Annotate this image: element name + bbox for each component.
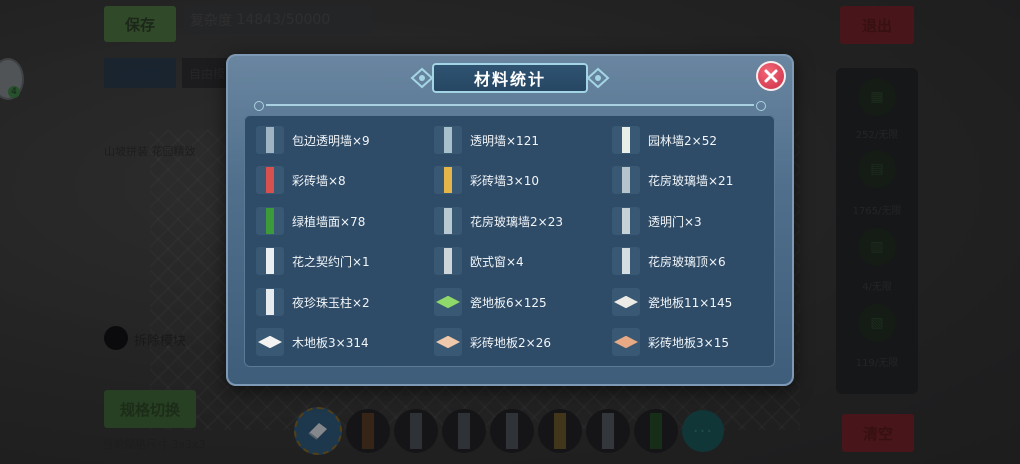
title-divider (254, 101, 766, 111)
garden-wall-icon (612, 126, 640, 154)
pearl-pillar-icon (256, 288, 284, 316)
modal-title-plate: 材料统计 (410, 63, 610, 93)
material-item: 夜珍珠玉柱×2 (256, 282, 370, 322)
wood-floor-icon (256, 328, 284, 356)
close-icon (764, 69, 778, 83)
material-item: 花房玻璃墙×21 (612, 160, 733, 200)
material-item: 瓷地板11×145 (612, 282, 732, 322)
material-item: 花房玻璃顶×6 (612, 241, 726, 281)
material-name: 透明墙×121 (470, 133, 539, 148)
title-ornament-left-icon (410, 67, 434, 89)
material-name: 彩砖墙3×10 (470, 173, 539, 188)
materials-row: 彩砖墙×8 彩砖墙3×10 花房玻璃墙×21 (244, 160, 775, 200)
materials-list: 包边透明墙×9 透明墙×121 园林墙2×52 彩砖墙×8 彩砖墙3×10 花房玻璃墙×2… (244, 115, 775, 367)
material-item: 花房玻璃墙2×23 (434, 201, 563, 241)
material-item: 瓷地板6×125 (434, 282, 547, 322)
material-item: 透明墙×121 (434, 120, 539, 160)
materials-row: 木地板3×314 彩砖地板2×26 彩砖地板3×15 (244, 322, 775, 362)
materials-row: 包边透明墙×9 透明墙×121 园林墙2×52 (244, 120, 775, 160)
material-name: 绿植墙面×78 (292, 214, 366, 229)
material-name: 欧式窗×4 (470, 254, 524, 269)
materials-row: 绿植墙面×78 花房玻璃墙2×23 透明门×3 (244, 201, 775, 241)
material-item: 彩砖墙×8 (256, 160, 346, 200)
material-item: 木地板3×314 (256, 322, 369, 362)
material-item: 花之契约门×1 (256, 241, 370, 281)
glass-wall-edged-icon (256, 126, 284, 154)
material-name: 透明门×3 (648, 214, 702, 229)
material-item: 绿植墙面×78 (256, 201, 365, 241)
orange-brick-floor-icon (612, 328, 640, 356)
material-name: 彩砖地板2×26 (470, 335, 551, 350)
glass-wall-icon (434, 126, 462, 154)
european-window-icon (434, 247, 462, 275)
material-name: 彩砖地板3×15 (648, 335, 729, 350)
plant-wall-icon (256, 207, 284, 235)
close-button[interactable] (756, 61, 786, 91)
flower-arch-door-icon (256, 247, 284, 275)
green-tile-floor-icon (434, 288, 462, 316)
material-name: 瓷地板11×145 (648, 295, 733, 310)
greenhouse-glass-wall-icon (612, 166, 640, 194)
material-item: 彩砖墙3×10 (434, 160, 539, 200)
material-name: 瓷地板6×125 (470, 295, 547, 310)
material-name: 花之契约门×1 (292, 254, 370, 269)
material-name: 花房玻璃墙2×23 (470, 214, 563, 229)
material-name: 彩砖墙×8 (292, 173, 346, 188)
material-name: 木地板3×314 (292, 335, 369, 350)
material-name: 夜珍珠玉柱×2 (292, 295, 370, 310)
beige-brick-floor-icon (434, 328, 462, 356)
red-brick-wall-icon (256, 166, 284, 194)
materials-row: 花之契约门×1 欧式窗×4 花房玻璃顶×6 (244, 241, 775, 281)
material-name: 花房玻璃顶×6 (648, 254, 726, 269)
material-item: 彩砖地板2×26 (434, 322, 551, 362)
material-name: 园林墙2×52 (648, 133, 717, 148)
title-ornament-right-icon (586, 67, 610, 89)
greenhouse-glass-roof-icon (612, 247, 640, 275)
material-name: 花房玻璃墙×21 (648, 173, 734, 188)
material-name: 包边透明墙×9 (292, 133, 370, 148)
modal-title: 材料统计 (473, 70, 546, 89)
materials-row: 夜珍珠玉柱×2 瓷地板6×125 瓷地板11×145 (244, 282, 775, 322)
material-item: 透明门×3 (612, 201, 702, 241)
white-tile-floor-icon (612, 288, 640, 316)
material-item: 包边透明墙×9 (256, 120, 370, 160)
yellow-brick-wall-icon (434, 166, 462, 194)
material-item: 园林墙2×52 (612, 120, 717, 160)
material-item: 欧式窗×4 (434, 241, 524, 281)
materials-modal: 材料统计 包边透明墙×9 透明墙×121 园林墙2×52 彩砖墙×8 彩砖墙3×10 花房… (226, 54, 794, 386)
material-item: 彩砖地板3×15 (612, 322, 729, 362)
greenhouse-glass-wall-2-icon (434, 207, 462, 235)
glass-door-icon (612, 207, 640, 235)
